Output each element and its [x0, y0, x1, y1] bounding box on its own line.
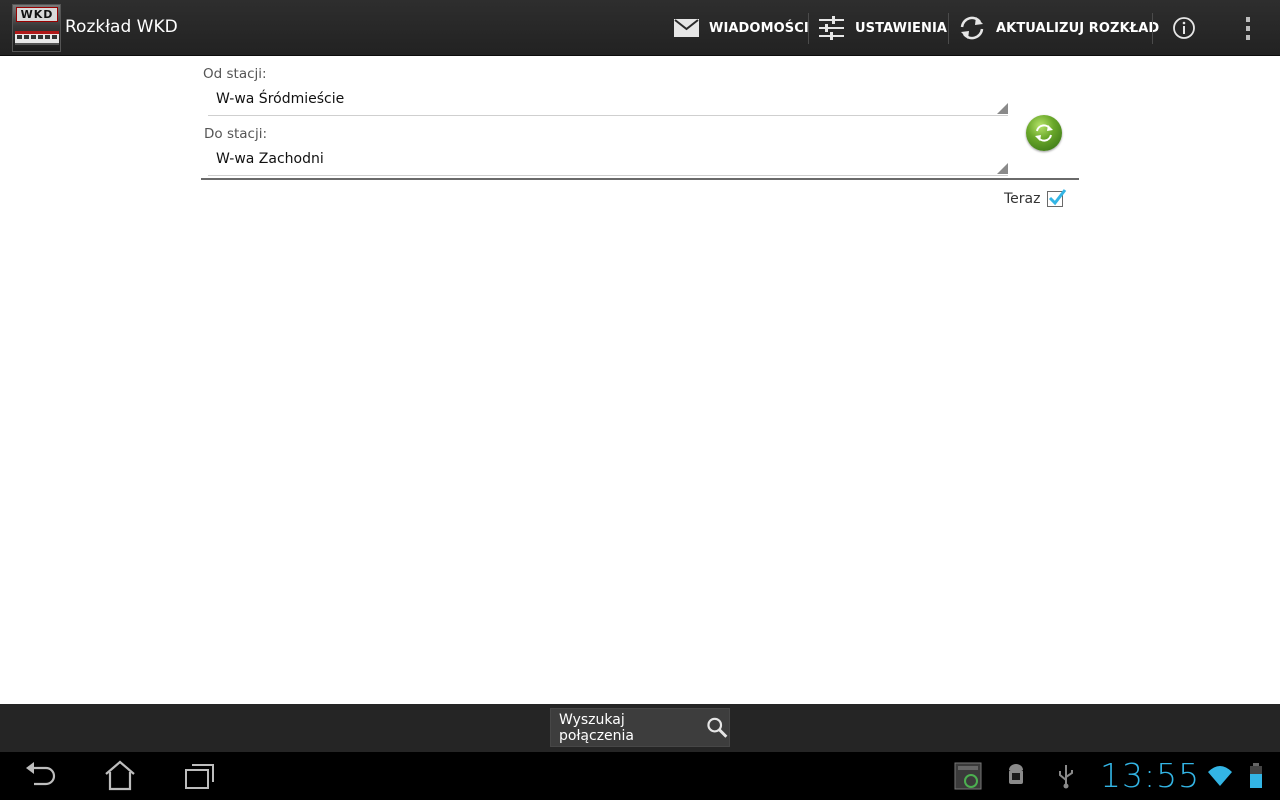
to-station-value: W-wa Zachodni	[216, 151, 324, 167]
wifi-status[interactable]	[1206, 762, 1234, 792]
home-icon	[105, 760, 135, 791]
overflow-menu-button[interactable]	[1240, 0, 1256, 56]
settings-label: USTAWIENIA	[855, 20, 948, 36]
now-checkbox[interactable]	[1047, 189, 1067, 207]
to-station-label: Do stacji:	[204, 126, 268, 142]
overflow-menu-icon	[1246, 17, 1250, 40]
from-station-label: Od stacji:	[203, 66, 267, 82]
update-schedule-button[interactable]: AKTUALIZUJ ROZKŁAD	[958, 0, 1159, 56]
wkd-logo-text: WKD	[16, 7, 58, 22]
screenshot-notification[interactable]	[954, 762, 982, 794]
train-icon	[15, 31, 59, 45]
debug-notification[interactable]	[1004, 762, 1028, 794]
to-station-spinner[interactable]: W-wa Zachodni	[208, 146, 1008, 176]
update-schedule-label: AKTUALIZUJ ROZKŁAD	[996, 20, 1160, 36]
swap-stations-icon	[1035, 124, 1053, 142]
checkmark-icon	[1048, 189, 1067, 206]
recent-apps-button[interactable]	[182, 758, 222, 794]
search-connections-label: Wyszukaj połączenia	[559, 711, 635, 744]
back-icon	[26, 762, 56, 786]
android-debug-icon	[1009, 764, 1023, 784]
settings-button[interactable]: USTAWIENIA	[818, 0, 947, 56]
back-button[interactable]	[22, 758, 62, 794]
sliders-icon	[819, 16, 844, 40]
recent-apps-icon	[185, 764, 214, 789]
envelope-icon	[674, 19, 699, 37]
app-title[interactable]: Rozkład WKD	[65, 17, 178, 37]
home-button[interactable]	[100, 758, 140, 794]
from-station-spinner[interactable]: W-wa Śródmieście	[208, 86, 1008, 116]
refresh-icon	[960, 16, 984, 40]
screenshot-notification-icon	[954, 762, 982, 790]
action-divider	[808, 13, 809, 44]
form-divider	[201, 178, 1079, 180]
messages-label: WIADOMOŚCI	[709, 20, 809, 36]
usb-notification[interactable]	[1054, 762, 1078, 794]
action-bar: WKD Rozkład WKD WIADOMOŚCI USTAWIENIA AK…	[0, 0, 1280, 56]
battery-icon	[1250, 763, 1262, 788]
wifi-icon	[1208, 766, 1232, 786]
swap-stations-button[interactable]	[1026, 115, 1062, 151]
search-icon	[707, 717, 728, 738]
action-divider	[1152, 13, 1153, 44]
dropdown-arrow-icon	[997, 163, 1008, 174]
usb-icon	[1059, 765, 1073, 789]
from-station-value: W-wa Śródmieście	[216, 91, 345, 107]
dropdown-arrow-icon	[997, 103, 1008, 114]
info-button[interactable]	[1172, 0, 1196, 56]
messages-button[interactable]: WIADOMOŚCI	[674, 0, 809, 56]
search-connections-button[interactable]: Wyszukaj połączenia	[550, 708, 730, 747]
action-divider	[948, 13, 949, 44]
now-label: Teraz	[1004, 191, 1041, 207]
battery-status[interactable]	[1248, 762, 1264, 794]
info-icon	[1173, 17, 1195, 39]
app-logo[interactable]: WKD	[12, 4, 61, 52]
status-clock[interactable]: 13:55	[1100, 756, 1200, 795]
